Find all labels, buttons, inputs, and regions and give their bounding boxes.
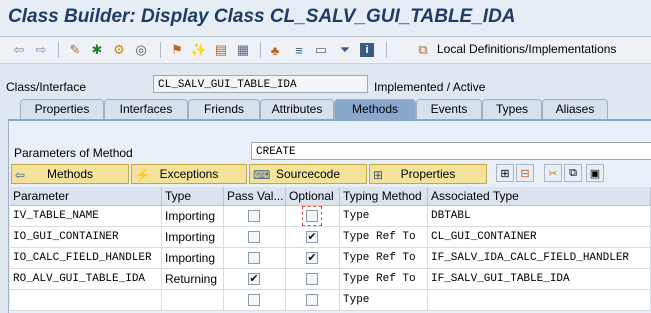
cut-icon[interactable]: ✂	[544, 164, 562, 182]
tab-strip: Properties Interfaces Friends Attributes…	[0, 99, 651, 119]
tree-icon[interactable]: ▦	[234, 41, 252, 59]
pass-value-checkbox[interactable]	[248, 231, 260, 243]
activate-icon[interactable]: ⚙	[110, 41, 128, 59]
optional-checkbox[interactable]: ✔	[306, 252, 318, 264]
tab-types[interactable]: Types	[482, 99, 542, 119]
tab-interfaces[interactable]: Interfaces	[104, 99, 188, 119]
pass-value-checkbox[interactable]	[248, 210, 260, 222]
org-icon[interactable]: ♣	[266, 41, 284, 59]
pass-value-cell[interactable]	[224, 206, 286, 227]
focus-indicator	[302, 206, 322, 226]
associated-type-cell[interactable]: IF_SALV_IDA_CALC_FIELD_HANDLER	[428, 248, 651, 269]
title-bar: Class Builder: Display Class CL_SALV_GUI…	[0, 0, 651, 37]
optional-cell[interactable]	[286, 290, 340, 311]
typing-method-cell[interactable]: Type Ref To	[340, 227, 428, 248]
display-change-icon[interactable]: ✱	[88, 41, 106, 59]
copy-icon[interactable]: ⧉	[564, 164, 582, 182]
tab-properties[interactable]: Properties	[20, 99, 104, 119]
local-definitions-button[interactable]: Local Definitions/Implementations	[437, 42, 616, 56]
sort-icon[interactable]: ≡	[290, 41, 308, 59]
typing-method-cell[interactable]: Type Ref To	[340, 248, 428, 269]
optional-cell[interactable]: ✔	[286, 227, 340, 248]
type-cell[interactable]: Returning	[162, 269, 224, 290]
parameter-cell[interactable]: IO_CALC_FIELD_HANDLER	[10, 248, 162, 269]
type-cell[interactable]: Importing	[162, 227, 224, 248]
pass-value-cell[interactable]	[224, 248, 286, 269]
where-used-icon[interactable]: ◎	[132, 41, 150, 59]
associated-type-cell[interactable]: IF_SALV_GUI_TABLE_IDA	[428, 269, 651, 290]
pass-value-checkbox[interactable]	[248, 294, 260, 306]
type-cell[interactable]	[162, 290, 224, 311]
parameter-cell[interactable]: IO_GUI_CONTAINER	[10, 227, 162, 248]
typing-method-cell[interactable]: Type	[340, 206, 428, 227]
column-header-type[interactable]: Type	[162, 187, 224, 206]
type-cell[interactable]: Importing	[162, 248, 224, 269]
application-toolbar: ⇦ ⇨ ✎ ✱ ⚙ ◎ ⚑ ✨ ▤ ▦ ♣ ≡ ▭ ⏷ i ⧉ Local De…	[0, 37, 651, 64]
optional-cell[interactable]	[286, 206, 340, 227]
column-header-pass-value[interactable]: Pass Val...	[224, 187, 286, 206]
associated-type-cell[interactable]: DBTABL	[428, 206, 651, 227]
optional-checkbox[interactable]: ✔	[306, 231, 318, 243]
tab-methods[interactable]: Methods	[334, 99, 416, 119]
tab-attributes[interactable]: Attributes	[260, 99, 334, 119]
class-header: Class/Interface CL_SALV_GUI_TABLE_IDA Im…	[0, 70, 651, 100]
other-object-icon[interactable]: ✎	[66, 41, 84, 59]
class-label: Class/Interface	[6, 80, 87, 94]
class-name-field[interactable]: CL_SALV_GUI_TABLE_IDA	[153, 75, 368, 93]
filter-icon[interactable]: ⏷	[336, 41, 354, 59]
column-header-parameter[interactable]: Parameter	[10, 187, 162, 206]
optional-cell[interactable]	[286, 269, 340, 290]
typing-method-cell[interactable]: Type Ref To	[340, 269, 428, 290]
type-cell[interactable]: Importing	[162, 206, 224, 227]
magic-wand-icon[interactable]: ✨	[190, 41, 208, 59]
pass-value-checkbox[interactable]: ✔	[248, 273, 260, 285]
tab-events[interactable]: Events	[416, 99, 482, 119]
window-title: Class Builder: Display Class CL_SALV_GUI…	[8, 6, 516, 27]
tab-friends[interactable]: Friends	[188, 99, 260, 119]
column-header-associated-type[interactable]: Associated Type	[428, 187, 651, 206]
parameter-cell[interactable]	[10, 290, 162, 311]
parameters-table: Parameter Type Pass Val... Optional Typi…	[10, 187, 651, 311]
optional-cell[interactable]: ✔	[286, 248, 340, 269]
exceptions-button[interactable]: ⚡ Exceptions	[131, 164, 247, 184]
pass-value-cell[interactable]: ✔	[224, 269, 286, 290]
associated-type-cell[interactable]	[428, 290, 651, 311]
insert-row-icon[interactable]: ⊞	[496, 164, 514, 182]
forward-arrow-icon[interactable]: ⇨	[32, 41, 50, 59]
parameter-cell[interactable]: IV_TABLE_NAME	[10, 206, 162, 227]
back-arrow-icon[interactable]: ⇦	[10, 41, 28, 59]
delete-row-icon[interactable]: ⊟	[516, 164, 534, 182]
method-name-field[interactable]: CREATE	[251, 142, 651, 160]
info-icon[interactable]: i	[360, 43, 374, 57]
optional-checkbox[interactable]	[306, 294, 318, 306]
properties-button[interactable]: ⊞ Properties	[369, 164, 487, 184]
associated-type-cell[interactable]: CL_GUI_CONTAINER	[428, 227, 651, 248]
column-header-optional[interactable]: Optional	[286, 187, 340, 206]
class-status: Implemented / Active	[374, 80, 486, 94]
local-definitions-icon[interactable]: ⧉	[414, 41, 432, 59]
parameters-label: Parameters of Method	[14, 146, 133, 160]
list-icon[interactable]: ▭	[312, 41, 330, 59]
pass-value-cell[interactable]	[224, 227, 286, 248]
paste-icon[interactable]: ▣	[586, 164, 604, 182]
tab-aliases[interactable]: Aliases	[542, 99, 608, 119]
methods-button[interactable]: ⇦ Methods	[11, 164, 129, 184]
column-header-typing-method[interactable]: Typing Method	[340, 187, 428, 206]
optional-checkbox[interactable]	[306, 273, 318, 285]
sourcecode-button[interactable]: ⌨ Sourcecode	[249, 164, 367, 184]
hierarchy-icon[interactable]: ⚑	[168, 41, 186, 59]
layout-icon[interactable]: ▤	[212, 41, 230, 59]
typing-method-cell[interactable]: Type	[340, 290, 428, 311]
pass-value-cell[interactable]	[224, 290, 286, 311]
parameter-cell[interactable]: RO_ALV_GUI_TABLE_IDA	[10, 269, 162, 290]
pass-value-checkbox[interactable]	[248, 252, 260, 264]
